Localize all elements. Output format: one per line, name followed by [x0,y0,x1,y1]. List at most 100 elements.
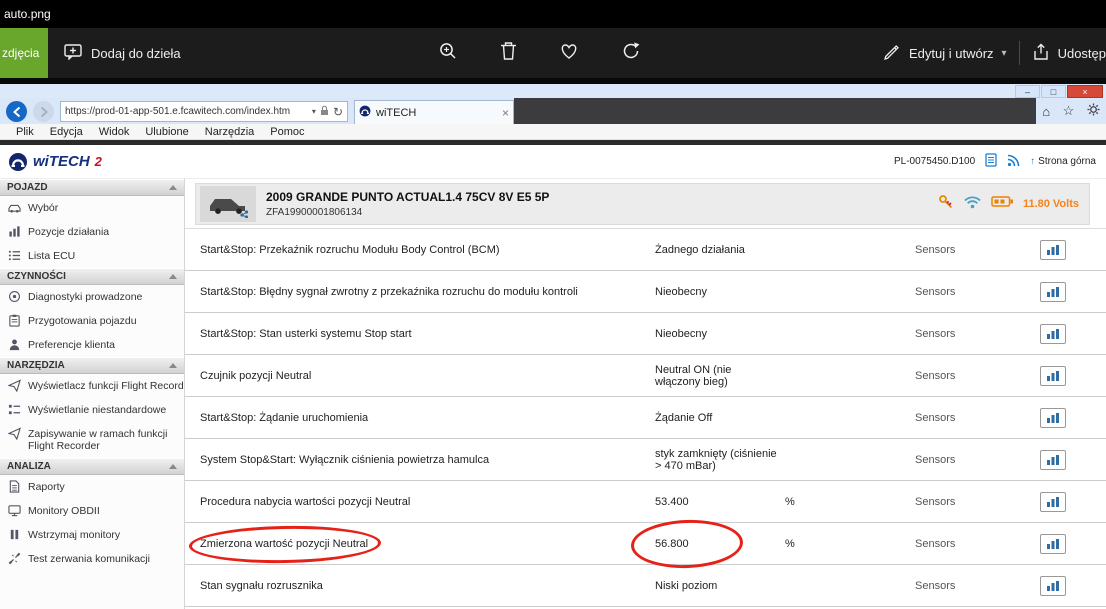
sidebar-item-raporty[interactable]: Raporty [0,475,184,499]
row-source: Sensors [915,454,1040,466]
sidebar-item-label: Monitory OBDII [28,505,100,517]
photos-collection-label: zdjęcia [2,46,39,60]
home-icon[interactable]: ⌂ [1042,104,1050,119]
chart-button[interactable] [1040,450,1066,470]
row-source: Sensors [915,412,1040,424]
sidebar-item-label: Wyświetlacz funkcji Flight Recorder [28,380,184,392]
row-name: Start&Stop: Przekaźnik rozruchu Modułu B… [200,244,655,256]
flight-recorder-icon [8,379,21,392]
menu-plik[interactable]: Plik [8,126,42,138]
sidebar-item-lista-ecu[interactable]: Lista ECU [0,244,184,268]
photo-filename: auto.png [4,7,51,21]
sidebar-item-przygotowania[interactable]: Przygotowania pojazdu [0,309,184,333]
menu-pomoc[interactable]: Pomoc [262,126,312,138]
chart-button[interactable] [1040,534,1066,554]
feed-icon[interactable] [1007,154,1020,170]
car-icon [8,201,21,214]
vehicle-car-icon [206,190,250,218]
document-icon[interactable] [985,153,997,170]
menu-widok[interactable]: Widok [91,126,138,138]
chart-button[interactable] [1040,282,1066,302]
row-source: Sensors [915,580,1040,592]
sidebar-item-test-zerwania[interactable]: Test zerwania komunikacji [0,547,184,571]
sidebar-section-analiza[interactable]: ANALIZA [0,458,184,475]
sidebar-item-diagnostyki[interactable]: Diagnostyki prowadzone [0,285,184,309]
url-text: https://prod-01-app-501.e.fcawitech.com/… [65,106,312,117]
row-name: Procedura nabycia wartości pozycji Neutr… [200,496,655,508]
address-bar[interactable]: https://prod-01-app-501.e.fcawitech.com/… [60,101,348,122]
chart-button[interactable] [1040,324,1066,344]
row-unit: % [785,538,915,550]
monitor-icon [8,504,21,517]
zoom-icon[interactable] [438,41,458,66]
tab-favicon [359,105,371,120]
sidebar-item-preferencje[interactable]: Preferencje klienta [0,333,184,357]
menu-edycja[interactable]: Edycja [42,126,91,138]
edit-create-label: Edytuj i utwórz [909,46,994,61]
forward-button[interactable] [33,101,54,122]
brand-name: wiTECH [33,153,90,170]
tab-close-icon[interactable]: × [502,106,509,120]
sidebar-section-pojazd[interactable]: POJAZD [0,179,184,196]
vehicle-image [200,186,256,222]
share-button[interactable]: Udostęp [1032,43,1106,64]
delete-icon[interactable] [500,41,517,66]
close-button[interactable]: × [1067,85,1103,98]
minimize-button[interactable]: – [1015,85,1040,98]
top-page-link[interactable]: ↑ Strona górna [1030,156,1096,167]
sidebar-item-label: Raporty [28,481,65,493]
chart-button[interactable] [1040,366,1066,386]
rotate-icon[interactable] [621,41,641,66]
row-name: Czujnik pozycji Neutral [200,370,655,382]
sidebar-item-label: Pozycje działania [28,226,109,238]
row-source: Sensors [915,370,1040,382]
chart-button[interactable] [1040,492,1066,512]
screen: auto.png zdjęcia Dodaj do dzieła [0,0,1106,609]
photos-collection-button[interactable]: zdjęcia [0,28,48,78]
edit-create-button[interactable]: Edytuj i utwórz ▾ [883,43,1007,64]
sidebar-item-flight-recorder-save[interactable]: Zapisywanie w ramach funkcji Flight Reco… [0,422,184,458]
menu-ulubione[interactable]: Ulubione [137,126,196,138]
add-to-creation-button[interactable]: Dodaj do dzieła [64,44,181,63]
lock-icon [320,105,329,119]
user-icon [8,338,21,351]
chart-icon [1046,244,1060,256]
browser-titlebar: – □ × [0,84,1106,98]
browser-corner-icons: ⌂ ☆ [1036,98,1106,124]
menu-narzedzia[interactable]: Narzędzia [197,126,263,138]
sidebar-section-czynnosci[interactable]: CZYNNOŚCI [0,268,184,285]
key-icon [938,194,954,215]
section-title: ANALIZA [7,461,51,472]
sidebar-item-label: Lista ECU [28,250,75,262]
add-to-creation-label: Dodaj do dzieła [91,46,181,61]
chart-icon [1046,412,1060,424]
back-button[interactable] [6,101,27,122]
favorites-star-icon[interactable]: ☆ [1063,103,1075,119]
row-value: 56.800 [655,538,785,550]
sidebar-item-wstrzymaj-monitory[interactable]: Wstrzymaj monitory [0,523,184,547]
url-dropdown-icon[interactable]: ▾ [312,107,316,116]
row-source: Sensors [915,496,1040,508]
chart-button[interactable] [1040,408,1066,428]
table-row: Start&Stop: Błędny sygnał zwrotny z prze… [185,271,1106,313]
share-label: Udostęp [1058,46,1106,61]
browser-tab-witech[interactable]: wiTECH × [354,100,514,124]
collapse-caret-icon [169,464,177,469]
list-icon [8,249,21,262]
sidebar-item-wybor[interactable]: Wybór [0,196,184,220]
chart-button[interactable] [1040,240,1066,260]
sidebar-item-custom-display[interactable]: Wyświetlanie niestandardowe [0,398,184,422]
maximize-button[interactable]: □ [1041,85,1066,98]
chart-button[interactable] [1040,576,1066,596]
sidebar-item-monitory-obdii[interactable]: Monitory OBDII [0,499,184,523]
row-source: Sensors [915,286,1040,298]
settings-gear-icon[interactable] [1087,103,1100,119]
sidebar-item-pozycje-dzialania[interactable]: Pozycje działania [0,220,184,244]
favorite-heart-icon[interactable] [559,42,579,65]
refresh-icon[interactable]: ↻ [333,105,343,119]
sidebar-item-label: Wstrzymaj monitory [28,529,120,541]
sidebar-item-flight-recorder-viewer[interactable]: Wyświetlacz funkcji Flight Recorder [0,374,184,398]
sidebar-section-narzedzia[interactable]: NARZĘDZIA [0,357,184,374]
photo-toolbar: zdjęcia Dodaj do dzieła [0,28,1106,78]
chevron-down-icon: ▾ [1002,48,1007,59]
